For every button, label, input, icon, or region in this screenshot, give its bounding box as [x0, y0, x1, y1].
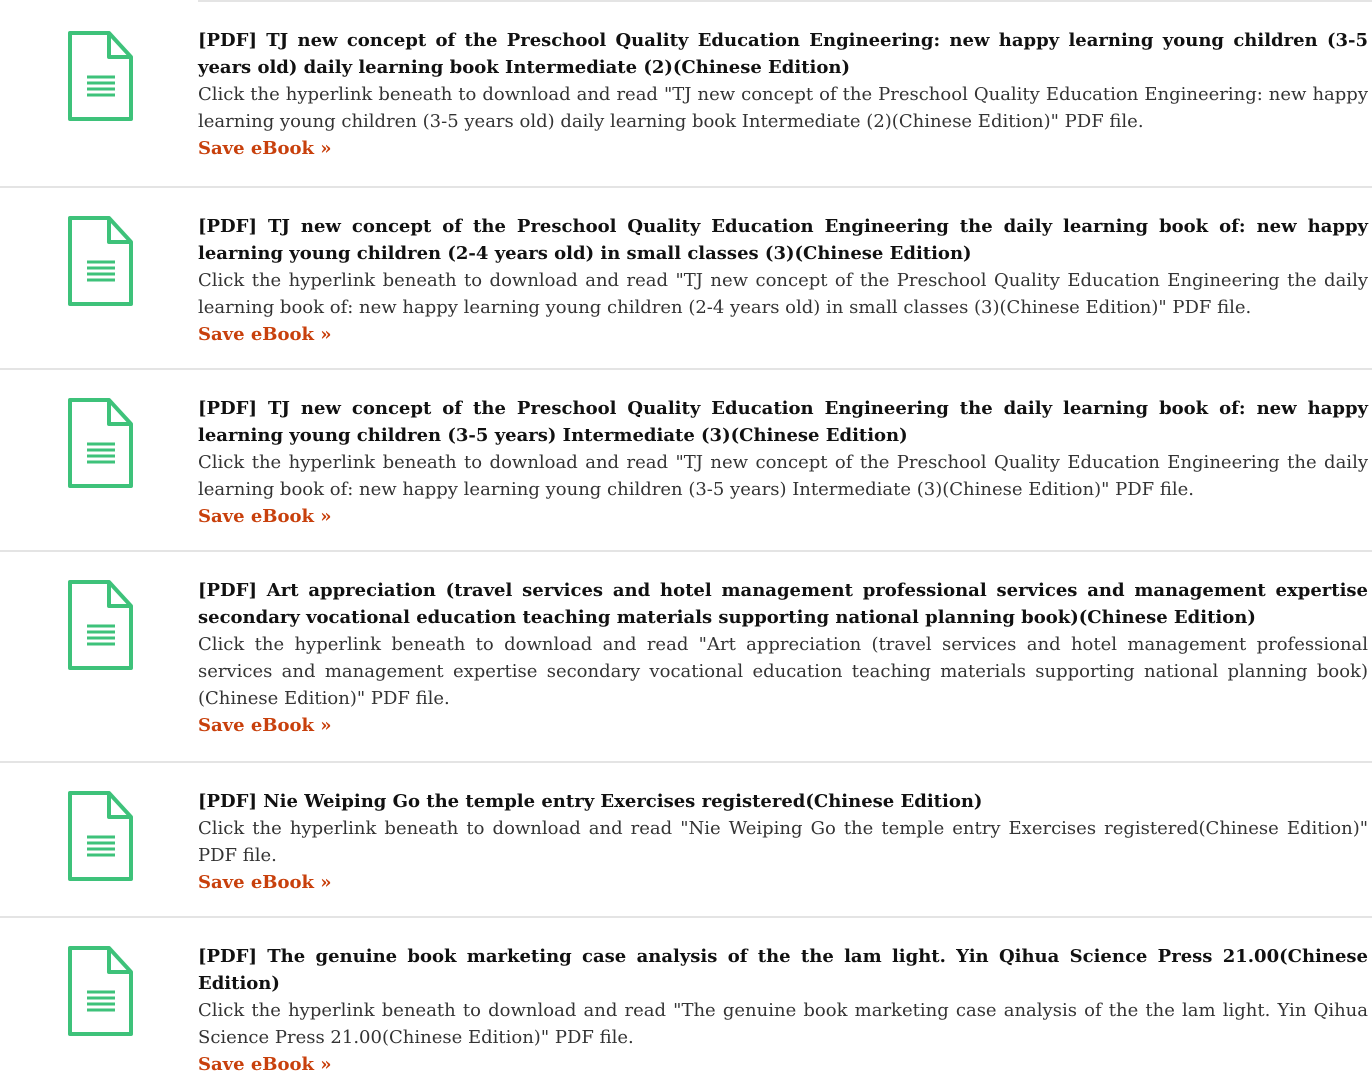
document-icon [68, 398, 133, 488]
item-description: Click the hyperlink beneath to download … [198, 818, 1368, 866]
ebook-list: [PDF] TJ new concept of the Preschool Qu… [0, 0, 1372, 1075]
save-ebook-link[interactable]: Save eBook » [198, 869, 332, 896]
list-item: [PDF] TJ new concept of the Preschool Qu… [0, 188, 1372, 370]
item-title[interactable]: [PDF] The genuine book marketing case an… [198, 943, 1368, 997]
document-icon [68, 791, 133, 881]
item-title[interactable]: [PDF] TJ new concept of the Preschool Qu… [198, 213, 1368, 267]
save-ebook-link[interactable]: Save eBook » [198, 712, 332, 739]
save-ebook-link[interactable]: Save eBook » [198, 135, 332, 162]
list-item: [PDF] Art appreciation (travel services … [0, 552, 1372, 763]
item-description: Click the hyperlink beneath to download … [198, 84, 1368, 132]
item-description: Click the hyperlink beneath to download … [198, 634, 1368, 709]
list-item: [PDF] TJ new concept of the Preschool Qu… [0, 370, 1372, 552]
document-icon [68, 580, 133, 670]
document-icon [68, 31, 133, 121]
item-description: Click the hyperlink beneath to download … [198, 452, 1368, 500]
document-icon [68, 946, 133, 1036]
document-icon [68, 216, 133, 306]
item-description: Click the hyperlink beneath to download … [198, 1000, 1368, 1048]
item-title[interactable]: [PDF] TJ new concept of the Preschool Qu… [198, 395, 1368, 449]
list-item: [PDF] TJ new concept of the Preschool Qu… [0, 2, 1372, 188]
item-title[interactable]: [PDF] Nie Weiping Go the temple entry Ex… [198, 788, 1368, 815]
item-description: Click the hyperlink beneath to download … [198, 270, 1368, 318]
save-ebook-link[interactable]: Save eBook » [198, 1051, 332, 1078]
item-title[interactable]: [PDF] TJ new concept of the Preschool Qu… [198, 27, 1368, 81]
save-ebook-link[interactable]: Save eBook » [198, 321, 332, 348]
save-ebook-link[interactable]: Save eBook » [198, 503, 332, 530]
item-title[interactable]: [PDF] Art appreciation (travel services … [198, 577, 1368, 631]
list-item: [PDF] Nie Weiping Go the temple entry Ex… [0, 763, 1372, 918]
list-item: [PDF] The genuine book marketing case an… [0, 918, 1372, 1075]
